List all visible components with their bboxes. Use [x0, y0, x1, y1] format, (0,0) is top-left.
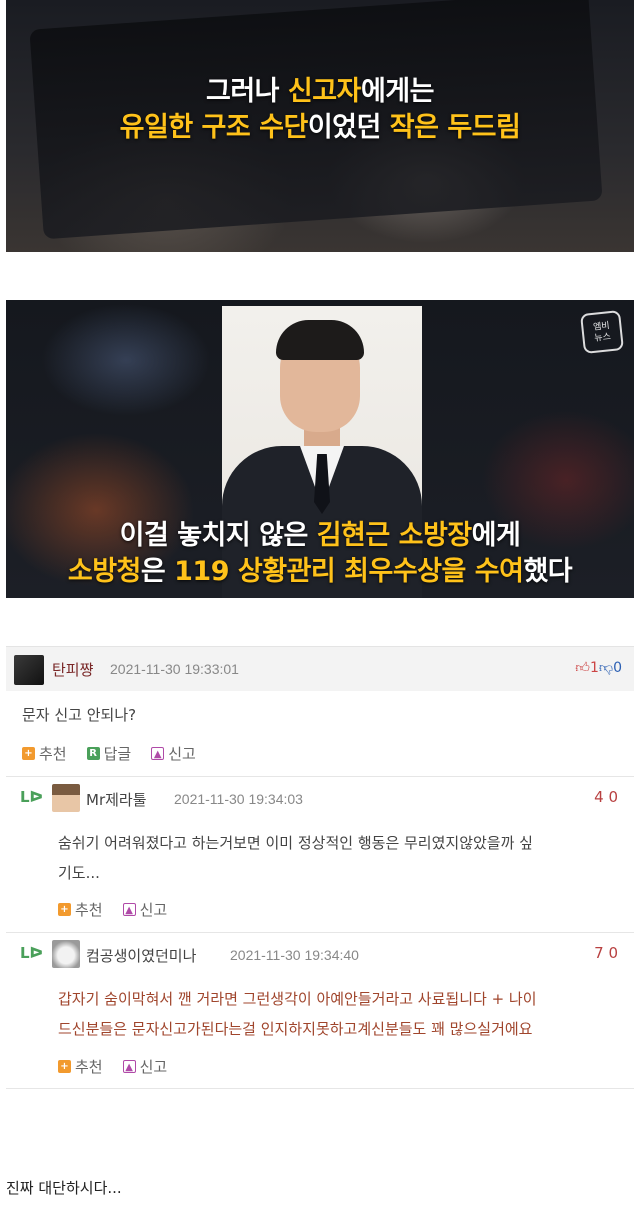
- report-label: 신고: [139, 901, 168, 919]
- comment-text-line: 숨쉬기 어려워졌다고 하는거보면 이미 정상적인 행동은 무리였지않았을까 싶: [58, 834, 533, 852]
- downvote-count: 0: [613, 660, 622, 676]
- plus-icon: +: [22, 747, 35, 760]
- frame1-caption: 그러나 신고자에게는 유일한 구조 수단이었던 작은 두드림: [6, 74, 634, 146]
- vote-score: 4 0: [594, 788, 618, 806]
- caption-line-2: 유일한 구조 수단이었던 작은 두드림: [6, 110, 634, 146]
- recommend-button[interactable]: + 추천: [22, 743, 67, 764]
- divider: [6, 1088, 634, 1089]
- video-frame-1: 그러나 신고자에게는 유일한 구조 수단이었던 작은 두드림: [6, 0, 634, 252]
- caption-text: 에게: [471, 520, 521, 551]
- comment-actions: + 추천 ▲ 신고: [58, 1056, 167, 1077]
- recommend-label: 추천: [75, 1058, 103, 1076]
- frame2-caption: 이걸 놓치지 않은 김현근 소방장에게 소방청은 119 상황관리 최우수상을 …: [6, 518, 634, 590]
- comment-author[interactable]: Mr제라툴: [86, 789, 147, 810]
- vote-score: 7 0: [594, 944, 618, 962]
- avatar[interactable]: [52, 784, 80, 812]
- caption-text: 은: [140, 556, 175, 587]
- comment-author[interactable]: 컴공생이였던미나: [86, 945, 196, 966]
- thumbs-down-icon[interactable]: 👎︎: [599, 660, 613, 676]
- caption-line-1: 그러나 신고자에게는: [6, 74, 634, 110]
- upvote-count: 1: [589, 660, 599, 676]
- comment-date: 2021-11-30 19:33:01: [110, 661, 239, 677]
- report-button[interactable]: ▲ 신고: [122, 1056, 168, 1077]
- caption-text: 그러나: [206, 76, 288, 107]
- caption-highlight: 소방청: [67, 556, 142, 587]
- report-icon: ▲: [122, 1060, 136, 1073]
- report-icon: ▲: [151, 747, 165, 760]
- post-text: 진짜 대단하시다...: [6, 1179, 122, 1197]
- video-frame-2: 엠비 뉴스 이걸 놓치지 않은 김현근 소방장에게 소방청은 119 상황관리 …: [6, 300, 634, 598]
- caption-text: 이었던: [307, 112, 390, 143]
- recommend-label: 추천: [75, 901, 103, 919]
- thumbs-up-icon[interactable]: 👍︎: [575, 660, 590, 676]
- report-button[interactable]: ▲ 신고: [151, 743, 196, 764]
- report-button[interactable]: ▲ 신고: [122, 899, 168, 920]
- recommend-button[interactable]: + 추천: [58, 1056, 103, 1077]
- reply-icon: R: [86, 747, 100, 760]
- divider: [6, 932, 634, 933]
- caption-highlight: 작은 두드림: [389, 112, 521, 143]
- caption-line-2: 소방청은 119 상황관리 최우수상을 수여했다: [6, 554, 634, 590]
- comment-date: 2021-11-30 19:34:03: [174, 791, 303, 807]
- comment-date: 2021-11-30 19:34:40: [230, 947, 359, 963]
- caption-text: 에게는: [360, 76, 435, 107]
- recommend-button[interactable]: + 추천: [58, 899, 103, 920]
- comment-text: 문자 신고 안되나?: [22, 706, 137, 724]
- caption-highlight: 신고자: [287, 76, 362, 107]
- avatar[interactable]: [14, 655, 44, 685]
- caption-text: 이걸 놓치지 않은: [119, 520, 317, 551]
- recommend-label: 추천: [39, 745, 67, 763]
- caption-highlight: 119 상황관리 최우수상을 수여: [174, 556, 524, 587]
- comment-author[interactable]: 탄피쨩: [52, 659, 93, 680]
- comment-text-line: 기도...: [58, 864, 100, 882]
- reply-button[interactable]: R 답글: [86, 743, 132, 764]
- news-logo: 엠비 뉴스: [580, 310, 624, 354]
- report-icon: ▲: [122, 903, 136, 916]
- reply-arrow-icon: Lᐅ: [20, 944, 44, 962]
- comment-actions: + 추천 R 답글 ▲ 신고: [22, 743, 196, 764]
- comment-header: 탄피쨩 2021-11-30 19:33:01 👍︎1👎︎0: [6, 646, 634, 691]
- reply-arrow-icon: Lᐅ: [20, 788, 44, 806]
- plus-icon: +: [58, 1060, 71, 1073]
- caption-highlight: 유일한 구조 수단: [119, 112, 309, 143]
- comment-section: 탄피쨩 2021-11-30 19:33:01 👍︎1👎︎0 문자 신고 안되나…: [6, 646, 634, 1089]
- vote-counts: 👍︎1👎︎0: [575, 659, 622, 676]
- caption-highlight: 김현근 소방장: [316, 520, 472, 551]
- report-label: 신고: [168, 745, 196, 763]
- comment-actions: + 추천 ▲ 신고: [58, 899, 167, 920]
- report-label: 신고: [139, 1058, 168, 1076]
- cat-avatar[interactable]: [52, 940, 80, 968]
- caption-text: 했다: [523, 556, 573, 587]
- plus-icon: +: [58, 903, 71, 916]
- comment-text-line: 갑자기 숨이막혀서 깬 거라면 그런생각이 아예안들거라고 사료됩니다 + 나이: [58, 990, 537, 1008]
- divider: [6, 776, 634, 777]
- comment-text-line: 드신분들은 문자신고가된다는걸 인지하지못하고계신분들도 꽤 많으실거에요: [58, 1020, 533, 1038]
- hair: [276, 320, 364, 360]
- caption-line-1: 이걸 놓치지 않은 김현근 소방장에게: [6, 518, 634, 554]
- reply-label: 답글: [103, 745, 132, 763]
